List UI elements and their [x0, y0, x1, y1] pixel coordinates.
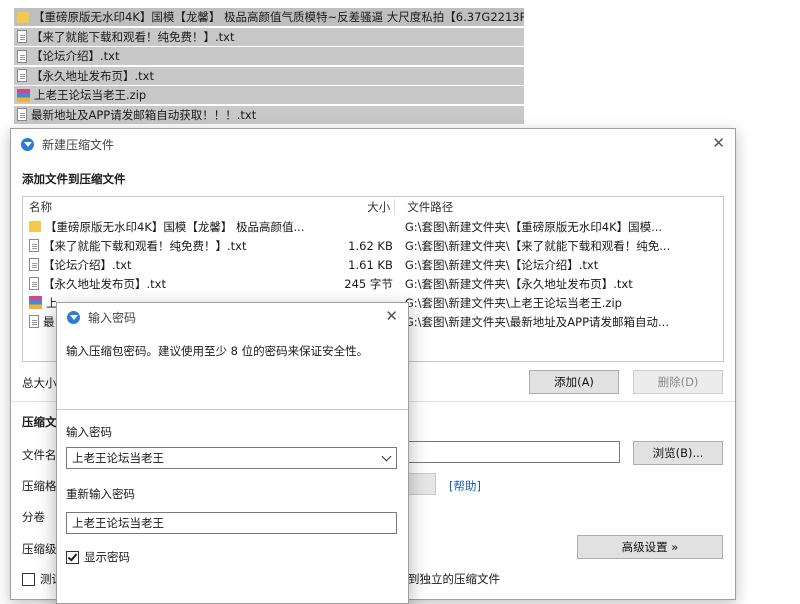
text-file-icon	[17, 108, 27, 121]
total-size-label: 总大小	[22, 376, 57, 390]
explorer-row-name: 【重磅原版无水印4K】国模【龙馨】 极品高颜值气质模特~反差骚逼 大尺度私拍【6…	[33, 10, 524, 24]
bandizip-app-icon	[21, 137, 34, 151]
zip-archive-icon	[29, 296, 42, 309]
reenter-password-label: 重新输入密码	[66, 487, 135, 501]
explorer-row-name: 【永久地址发布页】.txt	[31, 68, 154, 83]
explorer-row-name: 【来了就能下载和观看！纯免费！】.txt	[31, 29, 235, 44]
show-password-label: 显示密码	[84, 550, 130, 564]
explorer-row-name: 【论坛介绍】.txt	[31, 49, 120, 63]
column-name-header[interactable]: 名称	[23, 199, 341, 215]
row-path: G:\套图\新建文件夹\【重磅原版无水印4K】国模...	[404, 219, 663, 234]
column-path-header[interactable]: 文件路径	[395, 199, 723, 215]
explorer-file-list: 【重磅原版无水印4K】国模【龙馨】 极品高颜值气质模特~反差骚逼 大尺度私拍【6…	[14, 8, 524, 125]
table-header: 名称 大小 文件路径	[23, 197, 723, 217]
explorer-row[interactable]: 最新地址及APP请发邮箱自动获取！！！.txt	[14, 105, 524, 124]
password-input[interactable]: 上老王论坛当老王	[66, 447, 397, 469]
row-path: G:\套图\新建文件夹\最新地址及APP请发邮箱自动...	[404, 314, 669, 329]
compress-settings-heading: 压缩文	[22, 415, 57, 429]
password-divider	[57, 409, 408, 410]
row-path: G:\套图\新建文件夹\【论坛介绍】.txt	[404, 257, 599, 272]
show-password-option[interactable]: 显示密码	[66, 549, 130, 565]
explorer-row[interactable]: 【重磅原版无水印4K】国模【龙馨】 极品高颜值气质模特~反差骚逼 大尺度私拍【6…	[14, 8, 524, 26]
format-select[interactable]	[408, 473, 436, 495]
text-file-icon	[29, 315, 39, 328]
row-name: 【来了就能下载和观看！纯免费！】.txt	[43, 238, 247, 253]
password-hint-message: 输入压缩包密码。建议使用至少 8 位的密码来保证安全性。	[66, 344, 369, 358]
reenter-password-input[interactable]: 上老王论坛当老王	[66, 512, 397, 534]
text-file-icon	[17, 30, 27, 43]
row-name: 最	[43, 314, 55, 329]
row-path: G:\套图\新建文件夹\【永久地址发布页】.txt	[404, 276, 633, 291]
close-icon[interactable]: ✕	[385, 307, 398, 325]
password-dialog-titlebar: 输入密码 ✕	[57, 303, 408, 331]
explorer-row[interactable]: 上老王论坛当老王.zip	[14, 86, 524, 104]
help-link[interactable]: [帮助]	[449, 478, 481, 494]
row-size: 1.62 KB	[348, 238, 393, 253]
password-label: 输入密码	[66, 425, 112, 439]
table-row[interactable]: 【永久地址发布页】.txt 245 字节 G:\套图\新建文件夹\【永久地址发布…	[23, 274, 723, 293]
password-dialog: 输入密码 ✕ 输入压缩包密码。建议使用至少 8 位的密码来保证安全性。 输入密码…	[56, 302, 409, 604]
chevron-down-icon[interactable]	[381, 451, 392, 462]
test-checkbox[interactable]	[22, 573, 35, 586]
text-file-icon	[29, 258, 39, 271]
add-button[interactable]: 添加(A)	[529, 370, 619, 394]
browse-button[interactable]: 浏览(B)...	[633, 441, 723, 465]
dialog-titlebar: 新建压缩文件 ✕	[11, 129, 735, 159]
advanced-settings-button[interactable]: 高级设置 »	[577, 535, 723, 559]
text-file-icon	[29, 277, 39, 290]
close-icon[interactable]: ✕	[712, 134, 725, 152]
folder-icon	[29, 221, 41, 232]
delete-button[interactable]: 删除(D)	[633, 370, 723, 394]
split-label: 分卷	[22, 510, 45, 524]
bandizip-app-icon	[67, 310, 80, 324]
table-row[interactable]: 【论坛介绍】.txt 1.61 KB G:\套图\新建文件夹\【论坛介绍】.tx…	[23, 255, 723, 274]
text-file-icon	[29, 239, 39, 252]
explorer-row-name: 上老王论坛当老王.zip	[34, 88, 147, 102]
row-size: 245 字节	[344, 276, 393, 291]
show-password-checkbox[interactable]	[66, 551, 79, 564]
text-file-icon	[17, 69, 27, 82]
row-size: 1.61 KB	[348, 257, 393, 272]
row-path: G:\套图\新建文件夹\【来了就能下载和观看！纯免...	[404, 238, 671, 253]
independent-archive-label: 到独立的压缩文件	[408, 572, 500, 586]
explorer-row-name: 最新地址及APP请发邮箱自动获取！！！.txt	[31, 107, 257, 122]
table-row[interactable]: 【重磅原版无水印4K】国模【龙馨】 极品高颜值... G:\套图\新建文件夹\【…	[23, 217, 723, 236]
table-row[interactable]: 【来了就能下载和观看！纯免费！】.txt 1.62 KB G:\套图\新建文件夹…	[23, 236, 723, 255]
explorer-row[interactable]: 【论坛介绍】.txt	[14, 47, 524, 65]
explorer-row[interactable]: 【永久地址发布页】.txt	[14, 66, 524, 85]
password-value: 上老王论坛当老王	[72, 451, 164, 465]
folder-icon	[17, 11, 29, 23]
password-dialog-title: 输入密码	[88, 310, 137, 325]
filename-input[interactable]	[408, 441, 620, 463]
row-path: G:\套图\新建文件夹\上老王论坛当老王.zip	[404, 295, 622, 310]
row-name: 【永久地址发布页】.txt	[43, 276, 166, 291]
dialog-title: 新建压缩文件	[42, 137, 115, 152]
add-files-heading: 添加文件到压缩文件	[22, 172, 126, 186]
zip-archive-icon	[17, 88, 30, 102]
filename-label: 文件名	[22, 448, 57, 462]
text-file-icon	[17, 49, 27, 63]
compression-level-label: 压缩级	[22, 542, 57, 556]
row-name: 【论坛介绍】.txt	[43, 257, 132, 272]
reenter-password-value: 上老王论坛当老王	[72, 516, 164, 530]
row-name: 【重磅原版无水印4K】国模【龙馨】 极品高颜值...	[45, 219, 305, 234]
explorer-row[interactable]: 【来了就能下载和观看！纯免费！】.txt	[14, 27, 524, 46]
column-size-header[interactable]: 大小	[341, 199, 396, 215]
format-label: 压缩格	[22, 479, 57, 493]
